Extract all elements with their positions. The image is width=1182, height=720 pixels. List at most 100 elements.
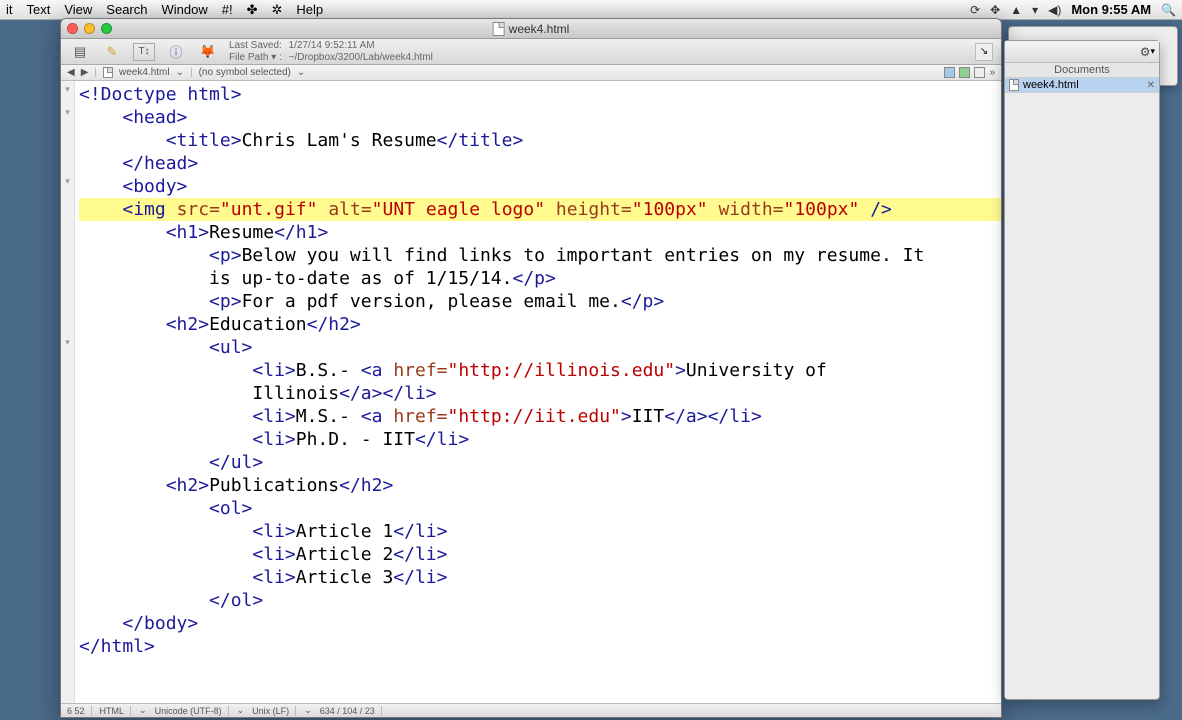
code-line: <li>B.S.- <a href="http://illinois.edu">… <box>79 360 827 381</box>
menu-item[interactable]: Search <box>106 2 147 17</box>
navigation-bar: ◀ ▶ | week4.html ⌄ | (no symbol selected… <box>61 65 1001 81</box>
path-value: ~/Dropbox/3200/Lab/week4.html <box>289 52 433 64</box>
document-icon <box>493 22 505 36</box>
sync-icon[interactable]: ⟳ <box>970 3 980 17</box>
fold-marker[interactable]: ▾ <box>61 176 74 199</box>
path-label[interactable]: File Path ▾ : <box>229 52 282 64</box>
gear-menu[interactable]: ▾ <box>1150 46 1155 57</box>
nav-file[interactable]: week4.html <box>119 67 170 78</box>
dropdown-icon[interactable]: ▾ <box>1032 3 1038 17</box>
file-metadata: Last Saved: 1/27/14 9:52:11 AM File Path… <box>229 40 433 64</box>
minimize-button[interactable] <box>84 23 95 34</box>
nav-forward[interactable]: ▶ <box>81 67 89 78</box>
saved-label: Last Saved: <box>229 40 282 52</box>
status-lineending[interactable]: Unix (LF) <box>252 706 296 716</box>
menu-item[interactable]: #! <box>222 2 233 17</box>
drawer-toolbar: ⚙▾ <box>1005 41 1159 63</box>
code-line: <!Doctype html> <box>79 84 242 105</box>
code-line: <li>Article 1</li> <box>79 521 447 542</box>
le-menu[interactable]: ⌄ <box>304 705 312 716</box>
code-line: Illinois</a></li> <box>79 383 437 404</box>
code-line: is up-to-date as of 1/15/14.</p> <box>79 268 556 289</box>
code-line: <ul> <box>79 337 252 358</box>
wifi-icon[interactable]: ▲ <box>1010 3 1022 17</box>
drawer-document-item[interactable]: week4.html ✕ <box>1005 78 1159 93</box>
nav-symbol-menu[interactable]: ⌄ <box>297 67 305 78</box>
menu-item[interactable]: Help <box>296 2 323 17</box>
code-line-highlighted: <img src="unt.gif" alt="UNT eagle logo" … <box>79 198 1001 221</box>
fold-marker[interactable]: ▾ <box>61 337 74 360</box>
window-title-text: week4.html <box>509 22 570 36</box>
lang-menu[interactable]: ⌄ <box>139 705 147 716</box>
status-encoding[interactable]: Unicode (UTF-8) <box>155 706 229 716</box>
code-line: </head> <box>79 153 198 174</box>
code-line: <ol> <box>79 498 252 519</box>
code-line: <li>Article 2</li> <box>79 544 447 565</box>
menubar-left: it Text View Search Window #! ✤ ✲ Help <box>6 2 323 18</box>
fold-marker[interactable]: ▾ <box>61 107 74 130</box>
browser-button[interactable]: 🦊 <box>197 43 219 61</box>
code-line: <h2>Education</h2> <box>79 314 361 335</box>
status-counts: 634 / 104 / 23 <box>320 706 382 716</box>
code-line: <h1>Resume</h1> <box>79 222 328 243</box>
status-language[interactable]: HTML <box>100 706 132 716</box>
nav-file-menu[interactable]: ⌄ <box>176 67 184 78</box>
status-bar: 6 52 HTML ⌄ Unicode (UTF-8) ⌄ Unix (LF) ⌄ 6… <box>61 703 1001 717</box>
fold-marker[interactable]: ▾ <box>61 84 74 107</box>
macos-menubar: it Text View Search Window #! ✤ ✲ Help ⟳… <box>0 0 1182 20</box>
traffic-lights <box>67 23 112 34</box>
code-line: <h2>Publications</h2> <box>79 475 393 496</box>
code-editor[interactable]: ▾ ▾ ▾ ▾ <!Doctype html> <head> <title>Ch… <box>61 81 1001 703</box>
menu-item[interactable]: Text <box>27 2 51 17</box>
spotlight-icon[interactable]: 🔍 <box>1161 3 1176 17</box>
code-area[interactable]: <!Doctype html> <head> <title>Chris Lam'… <box>75 81 1001 703</box>
document-icon <box>103 67 113 78</box>
fold-gutter[interactable]: ▾ ▾ ▾ ▾ <box>61 81 75 703</box>
menu-item[interactable]: ✲ <box>272 2 283 18</box>
documents-drawer: ⚙▾ Documents week4.html ✕ <box>1004 40 1160 700</box>
nav-box-1[interactable] <box>944 67 955 78</box>
clover-icon[interactable]: ✥ <box>990 3 1000 17</box>
edit-button[interactable]: ✎ <box>101 43 123 61</box>
clock[interactable]: Mon 9:55 AM <box>1071 2 1151 17</box>
close-button[interactable] <box>67 23 78 34</box>
text-button[interactable]: T↕ <box>133 43 155 61</box>
menu-item[interactable]: ✤ <box>247 2 258 18</box>
drawer-item-label: week4.html <box>1023 79 1079 91</box>
nav-symbol[interactable]: (no symbol selected) <box>199 67 291 78</box>
menu-item[interactable]: it <box>6 2 13 17</box>
enc-menu[interactable]: ⌄ <box>237 705 245 716</box>
nav-box-3[interactable] <box>974 67 985 78</box>
code-line: <p>Below you will find links to importan… <box>79 245 924 266</box>
nav-overflow[interactable]: » <box>989 67 995 78</box>
window-title: week4.html <box>493 22 570 36</box>
code-line: <li>Ph.D. - IIT</li> <box>79 429 469 450</box>
gear-icon[interactable]: ⚙ <box>1140 45 1151 59</box>
editor-window: week4.html ▤ ✎ T↕ ⓘ 🦊 Last Saved: 1/27/1… <box>60 18 1002 718</box>
code-line: <body> <box>79 176 187 197</box>
menu-item[interactable]: View <box>64 2 92 17</box>
code-line: </ul> <box>79 452 263 473</box>
saved-value: 1/27/14 9:52:11 AM <box>289 40 375 52</box>
status-position[interactable]: 6 52 <box>67 706 92 716</box>
code-line: </body> <box>79 613 198 634</box>
volume-icon[interactable]: ◀) <box>1048 3 1061 17</box>
sidebar-toggle-button[interactable]: ▤ <box>69 43 91 61</box>
toolbar: ▤ ✎ T↕ ⓘ 🦊 Last Saved: 1/27/14 9:52:11 A… <box>61 39 1001 65</box>
zoom-button[interactable] <box>101 23 112 34</box>
code-line: <head> <box>79 107 187 128</box>
code-line: </html> <box>79 636 155 657</box>
menu-item[interactable]: Window <box>162 2 208 17</box>
nav-back[interactable]: ◀ <box>67 67 75 78</box>
document-icon <box>1009 79 1019 91</box>
window-titlebar[interactable]: week4.html <box>61 19 1001 39</box>
code-line: <p>For a pdf version, please email me.</… <box>79 291 664 312</box>
nav-right: » <box>944 67 995 78</box>
close-icon[interactable]: ✕ <box>1147 80 1155 91</box>
nav-box-2[interactable] <box>959 67 970 78</box>
code-line: <title>Chris Lam's Resume</title> <box>79 130 523 151</box>
code-line: </ol> <box>79 590 263 611</box>
drawer-title: Documents <box>1005 63 1159 78</box>
info-button[interactable]: ⓘ <box>165 43 187 61</box>
toolbar-dropdown[interactable]: ↘ <box>975 43 993 61</box>
